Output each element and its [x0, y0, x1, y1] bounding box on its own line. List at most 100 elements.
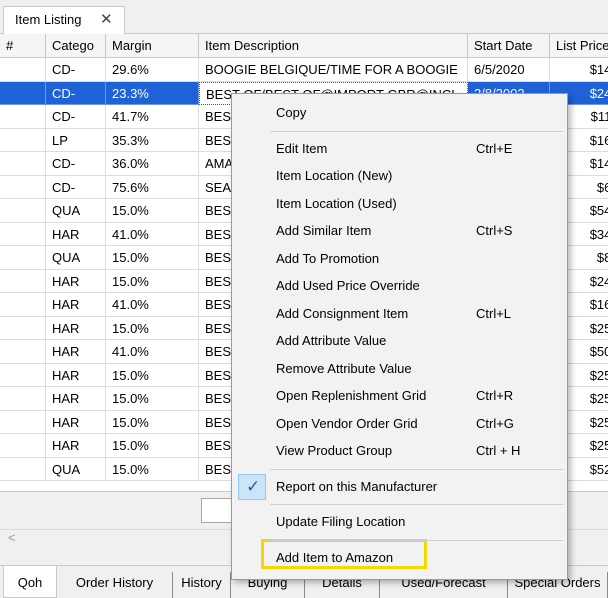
table-cell-margin[interactable]: 41.0%: [106, 222, 199, 246]
table-cell-margin[interactable]: 41.7%: [106, 105, 199, 129]
table-cell-category[interactable]: CD-: [46, 105, 106, 129]
table-cell-description[interactable]: BOOGIE BELGIQUE/TIME FOR A BOOGIE: [199, 58, 468, 82]
table-cell-number[interactable]: [0, 105, 46, 129]
table-cell-category[interactable]: QUA: [46, 457, 106, 481]
menu-item-item-location-used[interactable]: Item Location (Used): [232, 191, 567, 217]
menu-item-item-location-new[interactable]: Item Location (New): [232, 163, 567, 189]
table-cell-margin[interactable]: 35.3%: [106, 128, 199, 152]
menu-item-update-filing-location[interactable]: Update Filing Location: [232, 509, 567, 535]
menu-item-shortcut: Ctrl+G: [476, 415, 514, 431]
table-cell-number[interactable]: [0, 58, 46, 82]
tab-item-listing[interactable]: Item Listing ✕: [3, 6, 125, 35]
table-cell-number[interactable]: [0, 175, 46, 199]
check-glyph: ✓: [246, 476, 261, 496]
table-cell-margin[interactable]: 75.6%: [106, 175, 199, 199]
table-cell-category[interactable]: HAR: [46, 434, 106, 458]
table-cell-margin[interactable]: 15.0%: [106, 316, 199, 340]
menu-item-remove-attribute-value[interactable]: Remove Attribute Value: [232, 356, 567, 382]
table-cell-margin[interactable]: 15.0%: [106, 269, 199, 293]
table-cell-category[interactable]: HAR: [46, 316, 106, 340]
menu-item-add-attribute-value[interactable]: Add Attribute Value: [232, 328, 567, 354]
table-cell-category[interactable]: QUA: [46, 199, 106, 223]
menu-separator: [270, 504, 564, 505]
menu-item-add-used-price-override[interactable]: Add Used Price Override: [232, 273, 567, 299]
table-cell-category[interactable]: HAR: [46, 293, 106, 317]
table-cell-number[interactable]: [0, 410, 46, 434]
table-cell-margin[interactable]: 15.0%: [106, 387, 199, 411]
menu-separator: [270, 468, 564, 470]
table-cell-category[interactable]: HAR: [46, 340, 106, 364]
table-cell-number[interactable]: [0, 363, 46, 387]
table-cell-category[interactable]: HAR: [46, 410, 106, 434]
table-cell-margin[interactable]: 15.0%: [106, 410, 199, 434]
table-cell-category[interactable]: QUA: [46, 246, 106, 270]
table-cell-number[interactable]: [0, 269, 46, 293]
table-cell-category[interactable]: HAR: [46, 222, 106, 246]
table-row[interactable]: CD- 29.6% BOOGIE BELGIQUE/TIME FOR A BOOGI…: [0, 58, 608, 82]
menu-item-view-product-group[interactable]: View Product Group Ctrl + H: [232, 438, 567, 464]
scroll-left-icon[interactable]: <: [8, 530, 16, 545]
menu-item-shortcut: Ctrl+E: [476, 140, 513, 156]
table-cell-number[interactable]: [0, 199, 46, 223]
table-cell-number[interactable]: [0, 316, 46, 340]
close-icon[interactable]: ✕: [100, 10, 113, 28]
menu-item-label: Add Used Price Override: [276, 278, 420, 293]
table-cell-category[interactable]: CD-: [46, 58, 106, 82]
table-cell-number[interactable]: [0, 81, 46, 105]
table-cell-margin[interactable]: 15.0%: [106, 363, 199, 387]
col-margin-header[interactable]: Margin: [106, 34, 199, 58]
table-cell-category[interactable]: HAR: [46, 269, 106, 293]
menu-item-shortcut: Ctrl+S: [476, 223, 513, 238]
table-cell-number[interactable]: [0, 293, 46, 317]
table-cell-number[interactable]: [0, 152, 46, 176]
grid-header: # Catego Margin Item Description Start Date L…: [0, 34, 608, 58]
table-cell-category[interactable]: HAR: [46, 363, 106, 387]
table-cell-category[interactable]: CD-: [46, 81, 106, 105]
table-cell-number[interactable]: [0, 340, 46, 364]
menu-item-add-to-promotion[interactable]: Add To Promotion: [232, 246, 567, 272]
menu-item-report-on-this-manufacturer[interactable]: ✓ Report on this Manufacturer: [232, 473, 567, 500]
menu-item-open-replenishment-grid[interactable]: Open Replenishment Grid Ctrl+R: [232, 383, 567, 409]
table-cell-category[interactable]: CD-: [46, 175, 106, 199]
table-cell-number[interactable]: [0, 457, 46, 481]
table-cell-margin[interactable]: 15.0%: [106, 246, 199, 270]
menu-item-edit-item[interactable]: Edit Item Ctrl+E: [232, 136, 567, 162]
menu-item-label: View Product Group: [276, 443, 393, 458]
tab-order-history[interactable]: Order History: [57, 572, 173, 598]
table-cell-category[interactable]: HAR: [46, 387, 106, 411]
menu-item-add-consignment-item[interactable]: Add Consignment Item Ctrl+L: [232, 301, 567, 327]
table-cell-margin[interactable]: 15.0%: [106, 434, 199, 458]
col-list-price-header[interactable]: List Price: [550, 34, 608, 58]
col-start-date-header[interactable]: Start Date: [468, 34, 550, 58]
menu-item-copy[interactable]: Copy: [232, 100, 567, 126]
table-cell-margin[interactable]: 23.3%: [106, 81, 199, 105]
col-description-header[interactable]: Item Description: [199, 34, 468, 58]
table-cell-margin[interactable]: 29.6%: [106, 58, 199, 82]
menu-item-label: Add Consignment Item: [276, 305, 409, 321]
table-cell-number[interactable]: [0, 434, 46, 458]
table-cell-margin[interactable]: 15.0%: [106, 199, 199, 223]
table-cell-margin[interactable]: 15.0%: [106, 457, 199, 481]
table-cell-margin[interactable]: 41.0%: [106, 340, 199, 364]
menu-item-label: Add Attribute Value: [276, 333, 387, 348]
menu-item-label: Add Item to Amazon: [276, 549, 394, 565]
menu-item-add-similar-item[interactable]: Add Similar Item Ctrl+S: [232, 218, 567, 244]
tab-history[interactable]: History: [173, 572, 231, 598]
table-cell-number[interactable]: [0, 387, 46, 411]
menu-item-label: Copy: [276, 105, 307, 120]
table-cell-margin[interactable]: 36.0%: [106, 152, 199, 176]
col-number-header[interactable]: #: [0, 34, 46, 58]
table-cell-start-date[interactable]: 6/5/2020: [468, 58, 550, 82]
table-cell-number[interactable]: [0, 222, 46, 246]
tab-qoh[interactable]: Qoh: [3, 566, 57, 598]
table-cell-margin[interactable]: 41.0%: [106, 293, 199, 317]
table-cell-number[interactable]: [0, 128, 46, 152]
table-cell-category[interactable]: CD-: [46, 152, 106, 176]
menu-item-add-item-to-amazon[interactable]: Add Item to Amazon: [232, 545, 567, 571]
col-category-header[interactable]: Catego: [46, 34, 106, 58]
table-cell-number[interactable]: [0, 246, 46, 270]
table-cell-category[interactable]: LP: [46, 128, 106, 152]
table-cell-list-price[interactable]: $14.: [550, 58, 608, 82]
menu-item-label: Item Location (Used): [276, 195, 397, 211]
menu-item-open-vendor-order-grid[interactable]: Open Vendor Order Grid Ctrl+G: [232, 411, 567, 437]
